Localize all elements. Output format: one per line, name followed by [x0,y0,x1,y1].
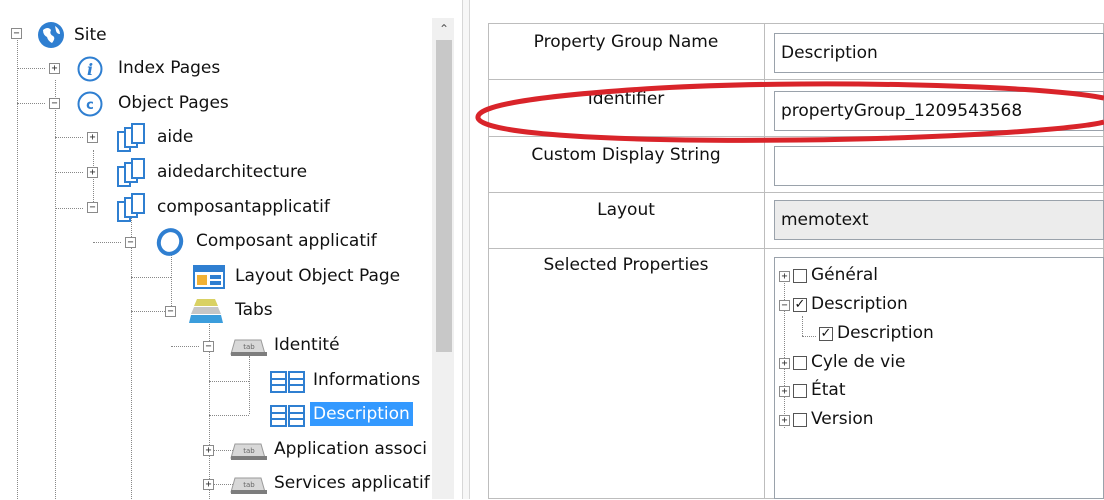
tab-icon: tab [229,337,269,362]
expand-toggle[interactable]: + [779,271,790,282]
tree-item-aide[interactable]: + aide [0,123,430,152]
property-checkbox[interactable] [793,269,807,283]
tree-item-index-pages[interactable]: + i Index Pages [0,56,430,82]
grid-icon [268,370,308,399]
property-checkbox[interactable] [793,413,807,427]
property-item-label: Général [811,265,878,285]
tab-icon-text: tab [243,481,255,489]
pane-splitter[interactable] [462,0,470,499]
annotation-ellipse [475,81,1104,143]
layout-dropdown[interactable]: memotext [774,200,1104,240]
property-item-label: Description [811,294,908,314]
expand-toggle[interactable]: + [779,386,790,397]
tree-item-label: Application associ [274,439,427,459]
tree-item-aidedarchitecture[interactable]: + aidedarchitecture [0,158,430,187]
tree-item-informations[interactable]: Informations [0,368,430,394]
collapse-toggle[interactable]: − [11,28,22,39]
property-checkbox-checked[interactable]: ✓ [819,327,833,341]
scrollbar-thumb[interactable] [436,40,452,352]
tab-icon: tab [229,441,269,466]
pages-icon [115,193,151,228]
property-item-general[interactable]: + Général [775,265,1095,287]
object-pages-icon: c [77,91,103,122]
pages-icon [115,158,151,193]
property-item-label: Cyle de vie [811,352,906,372]
property-label: Selected Properties [543,255,709,275]
property-label: Layout [597,200,655,220]
property-item-label: Version [811,409,874,429]
tree-item-services-applicatif[interactable]: + tab Services applicatif [0,471,430,497]
tree-item-composantapplicatif[interactable]: − composantapplicatif [0,193,430,222]
expand-toggle[interactable]: + [87,132,98,143]
tree-item-composant-applicatif[interactable]: − Composant applicatif [0,228,430,256]
property-item-cyle-de-vie[interactable]: + Cyle de vie [775,352,1095,374]
collapse-toggle[interactable]: − [779,300,790,311]
property-item-label: Description [837,323,934,343]
pages-icon [115,123,151,158]
svg-text:c: c [86,98,94,113]
property-checkbox[interactable] [793,384,807,398]
expand-toggle[interactable]: + [779,415,790,426]
expand-toggle[interactable]: + [87,167,98,178]
expand-toggle[interactable]: + [49,63,60,74]
property-item-description-group[interactable]: − ✓ Description [775,294,1095,316]
tree-item-label: Layout Object Page [235,266,401,286]
property-item-label: État [811,380,846,400]
collapse-toggle[interactable]: − [165,306,176,317]
tabs-stack-icon [188,298,224,329]
tree-item-label: Tabs [235,300,273,320]
property-checkbox-checked[interactable]: ✓ [793,298,807,312]
property-item-version[interactable]: + Version [775,409,1095,431]
svg-text:i: i [87,60,93,79]
tree-item-layout-object-page[interactable]: Layout Object Page [0,264,430,290]
expand-toggle[interactable]: + [779,358,790,369]
scroll-up-arrow-icon[interactable]: ⌃ [437,22,451,36]
collapse-toggle[interactable]: − [203,341,214,352]
property-group-name-input[interactable]: Description [774,33,1104,73]
ring-icon [154,227,186,262]
property-label: Property Group Name [533,32,719,52]
tree-item-tabs[interactable]: − Tabs [0,298,430,324]
tree-item-label: Informations [313,370,421,390]
globe-icon [36,20,66,55]
tree-item-label: Composant applicatif [196,231,377,251]
site-tree[interactable]: − Site + i Index Pages − c Object Pages … [0,0,460,499]
tree-item-site[interactable]: − Site [0,20,430,48]
tree-item-label: Site [74,25,107,45]
property-checkbox[interactable] [793,356,807,370]
collapse-toggle[interactable]: − [49,98,60,109]
tree-item-application-associ[interactable]: + tab Application associ [0,437,430,463]
expand-toggle[interactable]: + [203,479,214,490]
info-icon: i [77,56,103,87]
tree-item-label: aide [157,127,194,147]
tree-item-label: aidedarchitecture [157,162,308,182]
layout-icon [192,264,226,295]
property-item-description[interactable]: ✓ Description [775,323,1095,345]
tab-icon: tab [229,475,269,500]
selected-properties-tree[interactable]: + Général − ✓ Description ✓ Description … [774,257,1104,499]
tree-item-label-selected: Description [310,402,413,426]
collapse-toggle[interactable]: − [87,202,98,213]
tab-icon-text: tab [243,343,255,351]
grid-icon [268,404,308,433]
tree-item-identite[interactable]: − tab Identité [0,333,430,359]
tree-item-label: Services applicatif [274,473,430,493]
tree-item-label: Object Pages [118,93,229,113]
property-item-etat[interactable]: + État [775,380,1095,402]
tree-item-label: Identité [274,335,340,355]
collapse-toggle[interactable]: − [125,237,136,248]
tree-item-label: composantapplicatif [157,197,330,217]
tree-item-object-pages[interactable]: − c Object Pages [0,91,430,117]
tab-icon-text: tab [243,447,255,455]
tree-item-description[interactable]: Description [0,402,430,428]
expand-toggle[interactable]: + [203,445,214,456]
tree-item-label: Index Pages [118,58,221,78]
